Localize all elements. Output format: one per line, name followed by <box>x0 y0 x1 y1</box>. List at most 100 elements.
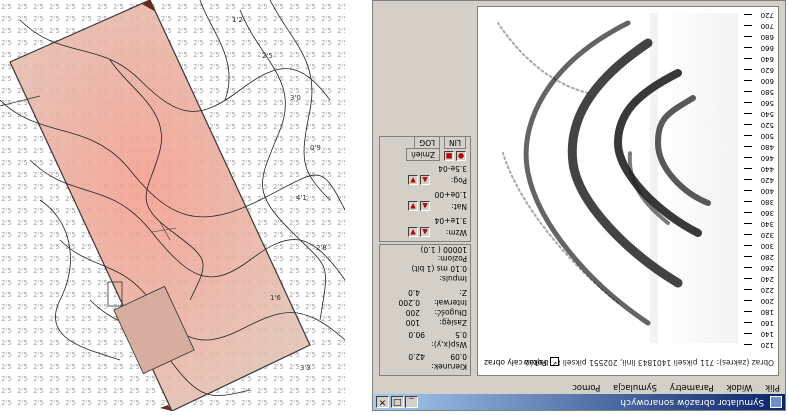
contour-label: 3'0 <box>290 94 301 102</box>
scale-tick <box>744 47 752 48</box>
scale-tick <box>744 179 752 180</box>
scale-tick-label: 640 <box>760 55 774 63</box>
scale-tick <box>744 333 752 334</box>
wspolrz-label: Wsp(x,y): <box>431 340 467 349</box>
interwal-value[interactable]: 0.200 <box>399 298 420 307</box>
dlugosc-value[interactable]: 200 <box>406 308 420 317</box>
tab-lin[interactable]: LIN <box>443 136 466 149</box>
scale-tick-label: 140 <box>760 330 774 338</box>
pog-value: 3.5e-04 <box>438 164 467 173</box>
scale-tick <box>744 245 752 246</box>
wzm-decrease-button[interactable]: ▼ <box>408 227 418 237</box>
nat-decrease-button[interactable]: ▼ <box>408 201 418 211</box>
z-label: Z: <box>459 288 467 297</box>
contour-label: 3'3 <box>300 364 311 372</box>
kierunek-value-b: 42.0 <box>408 352 425 361</box>
scale-tick-label: 420 <box>760 176 774 184</box>
scale-tick-label: 240 <box>760 275 774 283</box>
maximize-button[interactable]: □ <box>391 396 404 408</box>
pog-label: Pog: <box>450 176 467 185</box>
window-title: Symulator obrazów sonarowych <box>620 397 765 407</box>
scale-tick <box>744 234 752 235</box>
contour-map: 2'5 1'2 2'5 3'0 0'9 4'1 <box>0 0 346 412</box>
scale-tick-label: 320 <box>760 231 774 239</box>
scale-tick-label: 460 <box>760 154 774 162</box>
scale-tick-label: 440 <box>760 165 774 173</box>
scale-tick <box>744 124 752 125</box>
scale-tick <box>744 201 752 202</box>
minimize-button[interactable]: _ <box>405 396 418 408</box>
full-view-label: Pokaż cały obraz <box>484 358 547 367</box>
zasieg-value[interactable]: 100 <box>406 318 420 327</box>
scale-tick <box>744 344 752 345</box>
gain-group: Wzm: ▲ ▼ 3.1e+04 Nat: ▲ ▼ 1.0e+00 Pog: ▲… <box>379 136 471 242</box>
title-bar: Symulator obrazów sonarowych _ □ × <box>373 394 785 410</box>
scale-tick-label: 680 <box>760 33 774 41</box>
pog-decrease-button[interactable]: ▼ <box>408 175 418 185</box>
app-window: Symulator obrazów sonarowych _ □ × Plik … <box>372 0 786 411</box>
scale-tick <box>744 256 752 257</box>
scale-tick <box>744 322 752 323</box>
poziom-value[interactable]: 10000 ( 1.0) <box>421 245 467 254</box>
scale-tick-label: 580 <box>760 88 774 96</box>
scale-tick <box>744 168 752 169</box>
impuls-value[interactable]: 0.10 ms (1 bit) <box>412 264 467 273</box>
nat-value: 1.0e+00 <box>434 190 467 199</box>
sonar-viewport[interactable]: Obraz (zakres): 711 pikseli 1401843 lini… <box>477 6 779 376</box>
scale-tick-label: 220 <box>760 286 774 294</box>
palette-icon[interactable]: ■ <box>444 151 454 161</box>
menu-widok[interactable]: Widok <box>726 382 752 392</box>
scale-tick-label: 200 <box>760 297 774 305</box>
scale-tick-label: 120 <box>760 341 774 349</box>
wzm-increase-button[interactable]: ▲ <box>420 227 430 237</box>
scale-tick <box>744 157 752 158</box>
scale-tick-label: 660 <box>760 44 774 52</box>
scale-tick-label: 400 <box>760 187 774 195</box>
pog-increase-button[interactable]: ▲ <box>420 175 430 185</box>
scale-tick <box>744 69 752 70</box>
contour-label: 0'9 <box>310 144 321 152</box>
checkbox-icon[interactable] <box>549 357 559 367</box>
scale-tick <box>744 212 752 213</box>
scale-tick-label: 560 <box>760 99 774 107</box>
zmien-button[interactable]: Zmień <box>406 148 440 161</box>
scale-tick <box>744 113 752 114</box>
sonar-image <box>483 13 738 343</box>
contour-label: 1'6 <box>270 294 281 302</box>
z-value[interactable]: 4.0 <box>408 288 420 297</box>
interwal-label: Interwał: <box>434 298 467 307</box>
poziom-label: Poziom: <box>437 254 467 263</box>
scale-tick <box>744 80 752 81</box>
scale-tick-label: 600 <box>760 77 774 85</box>
scale-tick-label: 340 <box>760 220 774 228</box>
close-button[interactable]: × <box>376 396 389 408</box>
sonar-simulator-screenshot: Symulator obrazów sonarowych _ □ × Plik … <box>372 0 786 411</box>
scale-tick-label: 520 <box>760 121 774 129</box>
full-view-checkbox[interactable]: Pokaż cały obraz <box>484 357 559 367</box>
contour-label: 4'1 <box>296 194 307 202</box>
kierunek-label: Kierunek: <box>431 362 467 371</box>
scale-tick <box>744 58 752 59</box>
tab-log[interactable]: LOG <box>414 136 440 149</box>
menu-pomoc[interactable]: Pomoc <box>572 382 600 392</box>
scale-tick-label: 700 <box>760 22 774 30</box>
nat-increase-button[interactable]: ▲ <box>420 201 430 211</box>
menu-symulacja[interactable]: Symulacja <box>613 382 657 392</box>
menu-bar: Plik Widok Parametry Symulacja Pomoc <box>373 380 785 394</box>
scale-tick <box>744 91 752 92</box>
contour-label: 1'2 <box>232 16 243 24</box>
contour-label: 2'5 <box>262 52 273 60</box>
color-icon[interactable]: ● <box>456 151 466 161</box>
dlugosc-label: Długość: <box>434 308 467 317</box>
scale-tick-label: 300 <box>760 242 774 250</box>
scale-tick-label: 380 <box>760 198 774 206</box>
menu-parametry[interactable]: Parametry <box>670 382 714 392</box>
contour-label: 2'8 <box>316 244 327 252</box>
wspolrz-value-a: 0.5 <box>455 330 467 339</box>
scale-tick <box>744 278 752 279</box>
wzm-label: Wzm: <box>445 228 467 237</box>
nat-label: Nat: <box>451 202 467 211</box>
kierunek-value-a: 0.09 <box>450 352 467 361</box>
menu-plik[interactable]: Plik <box>765 382 780 392</box>
scale-tick <box>744 146 752 147</box>
